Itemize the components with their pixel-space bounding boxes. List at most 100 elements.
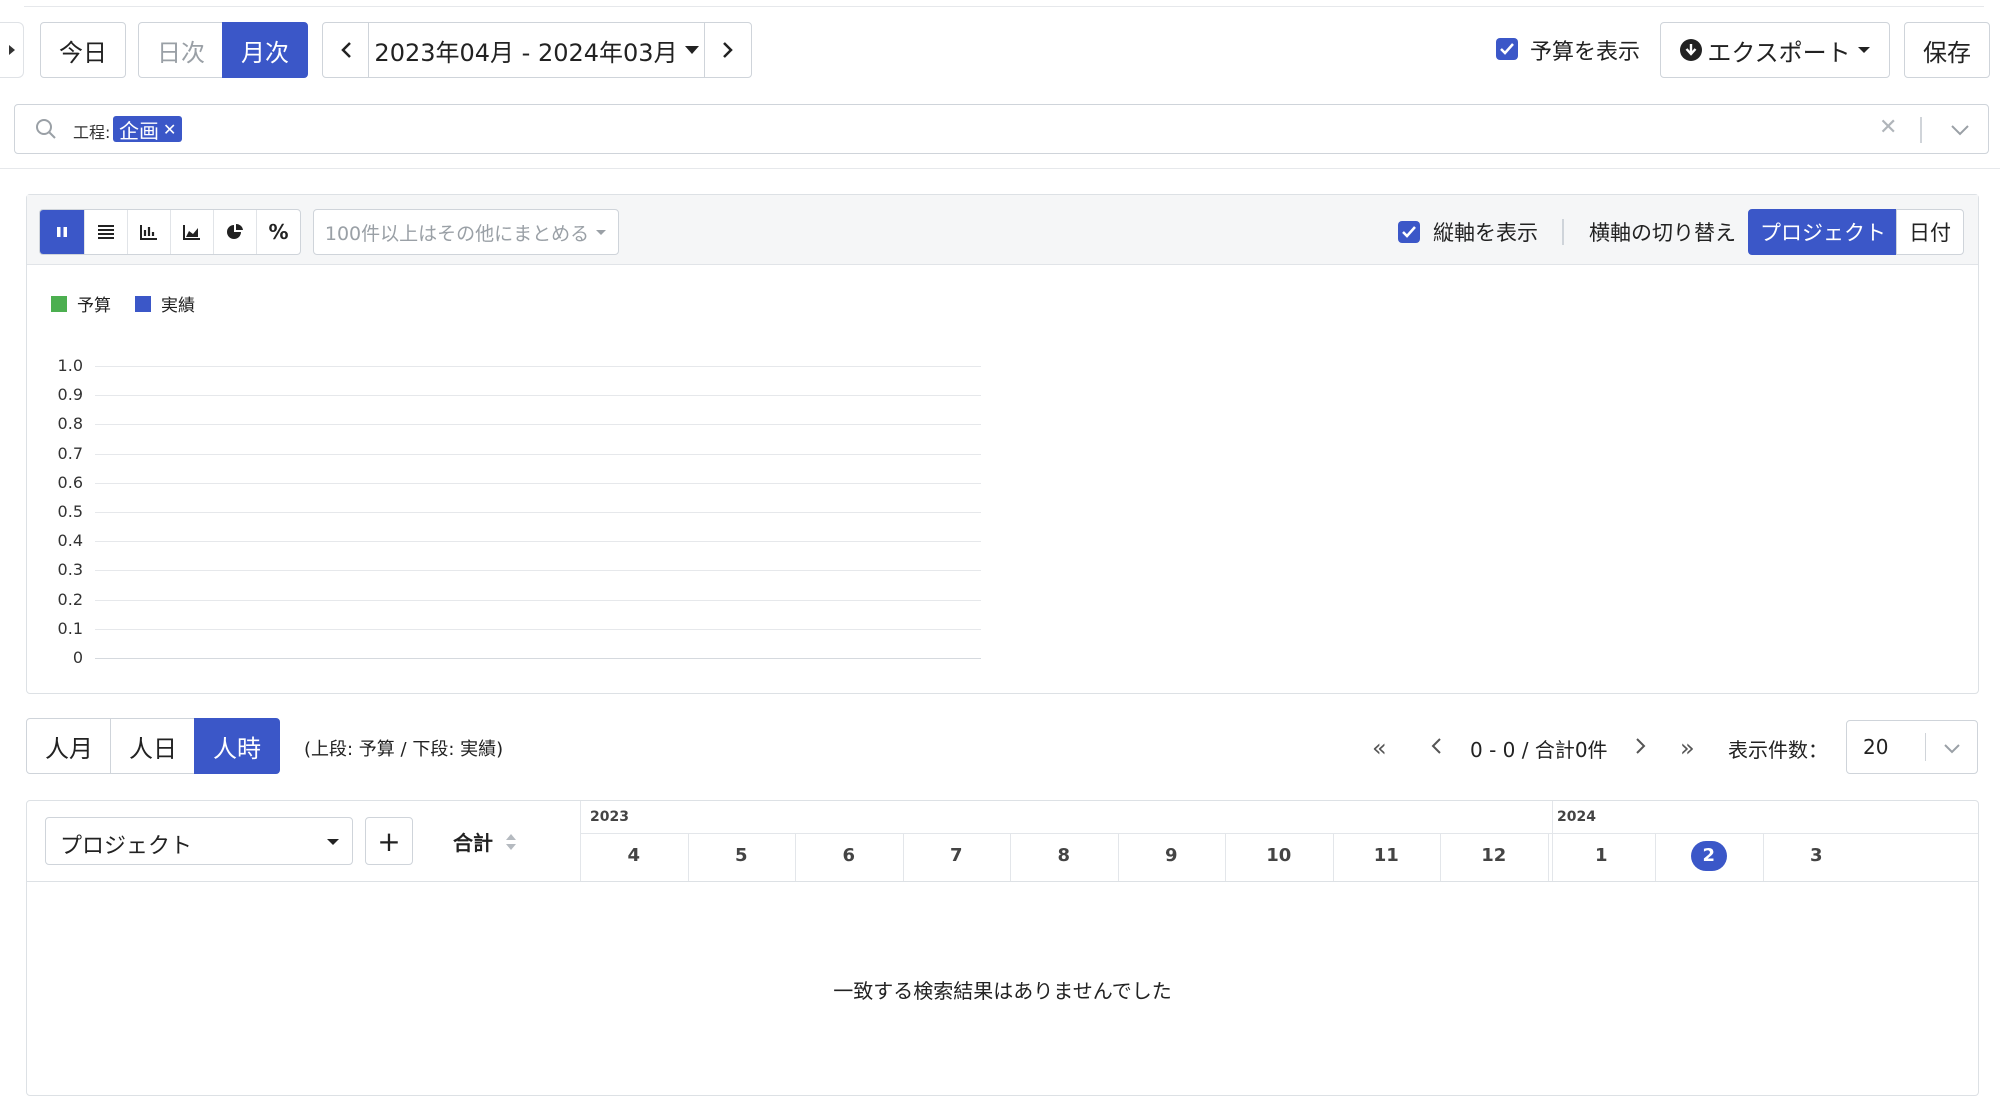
man-month-button[interactable]: 人月	[26, 718, 112, 774]
caret-down-icon	[684, 46, 699, 54]
next-page-icon[interactable]	[1635, 737, 1647, 755]
chevron-down-icon	[1944, 744, 1960, 754]
save-button[interactable]: 保存	[1904, 22, 1990, 78]
axis-project-button[interactable]: プロジェクト	[1748, 209, 1898, 255]
prev-period-button[interactable]	[322, 22, 370, 78]
y-gridline	[95, 599, 981, 601]
add-column-button[interactable]: +	[365, 817, 413, 865]
chart-panel: % 100件以上はその他にまとめる 縦軸を表示 横軸の切り替え プロジェクト 日…	[26, 194, 1979, 694]
header-left-divider	[580, 801, 581, 881]
filter-bar[interactable]: 工程: 企画 ✕ ✕	[14, 104, 1989, 154]
y-gridline	[95, 570, 981, 572]
year-2024-label: 2024	[1557, 809, 1596, 825]
filter-tag-label: 企画	[119, 118, 159, 143]
monthly-button[interactable]: 月次	[222, 22, 308, 78]
first-page-button[interactable]: «	[1372, 734, 1387, 762]
daily-button[interactable]: 日次	[138, 22, 224, 78]
month-header-8: 8	[1057, 845, 1071, 866]
y-tick-label: 0.3	[57, 560, 83, 580]
switch-horizontal-axis-label: 横軸の切り替え	[1589, 221, 1736, 245]
total-header[interactable]: 合計	[453, 827, 517, 856]
chart-plot-area: 1.0 0.9 0.8 0.7 0.6 0.5 0.4 0.3 0.2 0.1 0	[27, 195, 1027, 695]
caret-down-icon	[1857, 47, 1870, 53]
y-gridline	[95, 424, 981, 426]
month-header-5: 5	[734, 845, 748, 866]
date-range-dropdown[interactable]: 2023年04月 - 2024年03月	[368, 22, 706, 78]
y-tick-label: 0.6	[57, 472, 83, 492]
total-label: 合計	[453, 831, 493, 855]
chevron-left-icon	[341, 42, 351, 58]
y-gridline	[95, 658, 981, 659]
show-vertical-axis-checkbox[interactable]	[1398, 221, 1420, 243]
show-vertical-axis-label: 縦軸を表示	[1433, 221, 1538, 245]
y-tick-label: 0.1	[57, 618, 83, 638]
current-month-badge: 2	[1690, 841, 1727, 871]
y-gridline	[95, 512, 981, 513]
caret-right-icon	[8, 45, 15, 55]
section-divider	[0, 168, 2000, 169]
last-page-button[interactable]: »	[1680, 734, 1695, 762]
axis-date-button[interactable]: 日付	[1896, 209, 1964, 255]
chevron-down-icon[interactable]	[1950, 124, 1970, 136]
y-tick-label: 0.5	[57, 502, 83, 521]
month-header-7: 7	[949, 845, 963, 866]
y-tick-label: 0	[72, 648, 83, 667]
year-divider	[1552, 801, 1553, 881]
top-divider	[24, 6, 1984, 7]
header-bottom-divider	[27, 881, 1978, 882]
month-header-2: 2	[1655, 841, 1763, 871]
filter-tag[interactable]: 企画 ✕	[113, 116, 183, 143]
check-icon	[1402, 226, 1416, 238]
sort-icon	[506, 833, 516, 850]
man-day-button[interactable]: 人日	[110, 718, 196, 774]
month-header-12: 12	[1481, 845, 1507, 866]
year-row-divider	[580, 833, 1978, 834]
y-tick-label: 0.9	[57, 385, 83, 405]
chart-toolbar-divider	[1562, 219, 1564, 245]
y-gridline	[95, 482, 981, 484]
filter-divider	[1920, 117, 1922, 143]
data-table: プロジェクト + 合計 2023 2024 4 5 6 7 8 9 10 11 12 1 2 3 一致…	[26, 800, 1979, 1096]
y-gridline	[95, 453, 981, 455]
empty-message: 一致する検索結果はありませんでした	[833, 979, 1172, 1003]
filter-label: 工程:	[73, 123, 111, 142]
show-budget-checkbox[interactable]	[1496, 38, 1518, 60]
month-header-10: 10	[1266, 845, 1292, 866]
y-gridline	[95, 366, 981, 367]
per-page-divider	[1925, 733, 1926, 761]
download-icon	[1680, 39, 1703, 61]
y-tick-label: 0.7	[57, 443, 83, 463]
sidebar-toggle[interactable]	[0, 22, 24, 78]
y-tick-label: 0.8	[57, 414, 83, 434]
pagination-summary: 0 - 0 / 合計0件	[1470, 738, 1608, 762]
year-2023-label: 2023	[590, 809, 629, 825]
date-range-label: 2023年04月 - 2024年03月	[374, 38, 678, 67]
caret-down-icon	[327, 839, 339, 845]
month-header-3: 3	[1809, 845, 1823, 866]
group-select-value: プロジェクト	[60, 834, 193, 859]
show-budget-label: 予算を表示	[1530, 40, 1641, 65]
y-gridline	[95, 395, 981, 397]
group-select[interactable]: プロジェクト	[45, 817, 353, 865]
today-button[interactable]: 今日	[40, 22, 126, 78]
next-period-button[interactable]	[704, 22, 752, 78]
export-button[interactable]: エクスポート	[1660, 22, 1890, 78]
budget-actual-note: (上段: 予算 / 下段: 実績)	[304, 739, 504, 760]
prev-page-icon[interactable]	[1430, 737, 1442, 755]
per-page-select[interactable]: 20	[1846, 720, 1978, 774]
chevron-right-icon	[723, 42, 733, 58]
check-icon	[1500, 43, 1514, 55]
y-gridline	[95, 628, 981, 630]
man-hour-button[interactable]: 人時	[194, 718, 280, 774]
month-header-9: 9	[1164, 845, 1178, 866]
month-header-11: 11	[1373, 845, 1399, 866]
y-tick-label: 0.4	[57, 531, 83, 551]
per-page-value: 20	[1863, 735, 1889, 759]
y-gridline	[95, 541, 981, 543]
month-header-1: 1	[1594, 845, 1608, 866]
month-header-4: 4	[627, 845, 641, 866]
per-page-label: 表示件数：	[1728, 738, 1828, 762]
y-tick-label: 1.0	[57, 356, 83, 375]
clear-filter-icon[interactable]: ✕	[1879, 115, 1897, 140]
remove-tag-icon[interactable]: ✕	[163, 120, 176, 139]
